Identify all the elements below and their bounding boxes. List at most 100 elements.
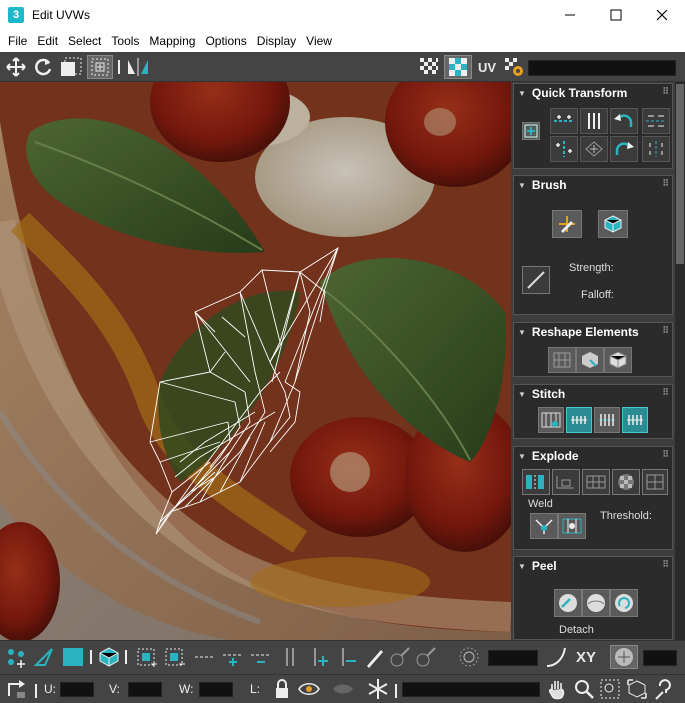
mirror-tool-button[interactable] <box>124 55 152 79</box>
falloff-space-button[interactable]: XY <box>573 645 599 669</box>
grip-icon: ⠿ <box>662 559 669 569</box>
freeze-selected-button[interactable] <box>366 677 390 701</box>
align-horizontal-button[interactable] <box>550 108 578 134</box>
rotate-tool-button[interactable] <box>31 55 55 79</box>
select-by-element-button[interactable] <box>610 645 638 669</box>
texture-dropdown[interactable] <box>528 60 676 76</box>
straighten-selection-button[interactable] <box>548 347 576 373</box>
grow-ring-button[interactable] <box>306 645 332 669</box>
shrink-selection-button[interactable] <box>162 645 188 669</box>
stitch-to-source-button[interactable] <box>622 407 648 433</box>
space-horizontal-button[interactable] <box>642 108 670 134</box>
soft-selection-edge-distance-field[interactable] <box>643 650 677 666</box>
peel-mode-button[interactable] <box>582 589 610 617</box>
stitch-average-button[interactable] <box>594 407 620 433</box>
straighten-button[interactable] <box>580 136 608 162</box>
shrink-loop-button[interactable] <box>248 645 274 669</box>
space-vertical-button[interactable] <box>642 136 670 162</box>
rotate-ccw-button[interactable] <box>610 108 638 134</box>
stitch-header[interactable]: ▼ Stitch ⠿ <box>514 385 672 403</box>
grow-loop-button[interactable] <box>220 645 246 669</box>
zoom-button[interactable] <box>572 677 596 701</box>
relax-brush-button[interactable] <box>598 210 628 238</box>
stitch-custom-button[interactable] <box>538 407 564 433</box>
w-coordinate-field[interactable] <box>199 682 233 697</box>
soft-selection-falloff-field[interactable] <box>488 650 538 666</box>
relax-brush-icon <box>604 215 622 233</box>
hide-selected-button[interactable] <box>296 677 322 701</box>
explode-to-grid-button[interactable] <box>582 469 610 495</box>
v-coordinate-field[interactable] <box>128 682 162 697</box>
u-coordinate-field[interactable] <box>60 682 94 697</box>
menu-mapping[interactable]: Mapping <box>144 30 200 52</box>
brush-falloff-curve-button[interactable] <box>522 266 550 294</box>
lock-selection-button[interactable] <box>270 677 294 701</box>
edge-ring-button[interactable] <box>278 645 304 669</box>
explode-header[interactable]: ▼ Explode ⠿ <box>514 447 672 465</box>
uv-wireframe-mesh[interactable] <box>0 82 511 640</box>
menu-tools[interactable]: Tools <box>106 30 144 52</box>
stitch-to-target-button[interactable] <box>566 407 592 433</box>
close-button[interactable] <box>639 0 685 30</box>
select-edge-button[interactable] <box>32 645 58 669</box>
rotate-ccw-icon <box>614 114 633 127</box>
freeform-tool-button[interactable] <box>87 55 113 79</box>
explode-by-material-button[interactable] <box>552 469 580 495</box>
paint-select-button[interactable] <box>362 645 386 669</box>
reset-peel-button[interactable] <box>610 589 638 617</box>
scale-tool-button[interactable] <box>58 55 84 79</box>
explode-by-smoothing-button[interactable] <box>522 469 550 495</box>
menu-bar: File Edit Select Tools Mapping Options D… <box>0 30 685 52</box>
edge-loop-button[interactable] <box>192 645 218 669</box>
maximize-button[interactable] <box>593 0 639 30</box>
checker-pattern-button[interactable] <box>416 55 442 79</box>
quick-transform-header[interactable]: ▼ Quick Transform ⠿ <box>514 84 672 102</box>
weld-selected-button[interactable] <box>530 513 558 539</box>
shrink-brush-button[interactable] <box>414 645 438 669</box>
menu-file[interactable]: File <box>3 30 32 52</box>
uv-viewport[interactable] <box>0 82 511 640</box>
weld-selected-icon <box>535 519 553 534</box>
texture-display-button[interactable] <box>444 55 472 79</box>
menu-edit[interactable]: Edit <box>32 30 63 52</box>
pan-button[interactable] <box>545 677 569 701</box>
explode-checker-button[interactable] <box>612 469 640 495</box>
grow-selection-button[interactable] <box>134 645 160 669</box>
enlarge-brush-button[interactable] <box>388 645 412 669</box>
select-vertex-button[interactable] <box>4 645 30 669</box>
menu-select[interactable]: Select <box>63 30 106 52</box>
align-vertical-button[interactable] <box>580 108 608 134</box>
select-element-button[interactable] <box>96 645 122 669</box>
shrink-ring-button[interactable] <box>334 645 360 669</box>
quick-peel-button[interactable] <box>554 589 582 617</box>
zoom-to-gizmo-button[interactable] <box>652 677 678 701</box>
uv-channel-button[interactable]: UV <box>475 55 499 79</box>
peel-header[interactable]: ▼ Peel ⠿ <box>514 557 672 575</box>
align-x-button[interactable] <box>550 136 578 162</box>
absolute-offset-mode-button[interactable] <box>4 677 30 701</box>
zoom-region-button[interactable] <box>598 677 622 701</box>
menu-options[interactable]: Options <box>200 30 251 52</box>
settings-map-button[interactable] <box>502 55 526 79</box>
zoom-extents-button[interactable] <box>625 677 649 701</box>
relax-until-flat-button[interactable] <box>576 347 604 373</box>
soft-selection-button[interactable] <box>456 645 482 669</box>
menu-display[interactable]: Display <box>252 30 301 52</box>
brush-header[interactable]: ▼ Brush ⠿ <box>514 176 672 194</box>
panel-scrollbar[interactable] <box>675 82 685 640</box>
scrollbar-thumb[interactable] <box>676 84 684 264</box>
rotate-cw-button[interactable] <box>610 136 638 162</box>
falloff-type-button[interactable] <box>544 645 570 669</box>
selection-set-field[interactable] <box>402 682 540 697</box>
align-center-button[interactable] <box>522 122 540 140</box>
relax-button[interactable] <box>604 347 632 373</box>
menu-view[interactable]: View <box>301 30 337 52</box>
minimize-button[interactable] <box>547 0 593 30</box>
explode-flatten-button[interactable] <box>642 469 668 495</box>
select-face-button[interactable] <box>60 645 86 669</box>
reshape-elements-header[interactable]: ▼ Reshape Elements ⠿ <box>514 323 672 341</box>
move-tool-button[interactable] <box>4 55 28 79</box>
weld-target-button[interactable] <box>558 513 586 539</box>
paint-move-button[interactable] <box>552 210 582 238</box>
show-all-button[interactable] <box>330 677 356 701</box>
